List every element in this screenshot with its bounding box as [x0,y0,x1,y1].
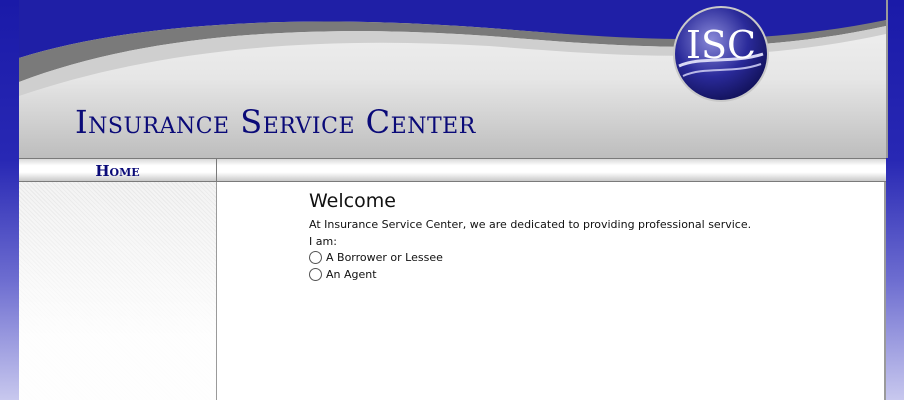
role-option-borrower[interactable]: A Borrower or Lessee [309,251,443,264]
nav-bar: Home [19,158,886,182]
sidebar [19,182,217,400]
nav-home-link[interactable]: Home [19,159,217,181]
page-title: Welcome [309,190,396,212]
role-option-agent[interactable]: An Agent [309,268,377,281]
main-content: Welcome At Insurance Service Center, we … [217,182,886,400]
borrower-label: A Borrower or Lessee [326,251,443,264]
agent-label: An Agent [326,268,377,281]
site-header: Insurance Service Center ISC [19,0,888,158]
isc-logo: ISC [673,6,769,102]
role-prompt: I am: [309,235,337,248]
agent-radio[interactable] [309,268,322,281]
borrower-radio[interactable] [309,251,322,264]
intro-text: At Insurance Service Center, we are dedi… [309,218,752,231]
logo-text: ISC [686,23,756,67]
site-title: Insurance Service Center [75,103,476,141]
page-frame: Insurance Service Center ISC Home Welcom… [19,0,888,400]
